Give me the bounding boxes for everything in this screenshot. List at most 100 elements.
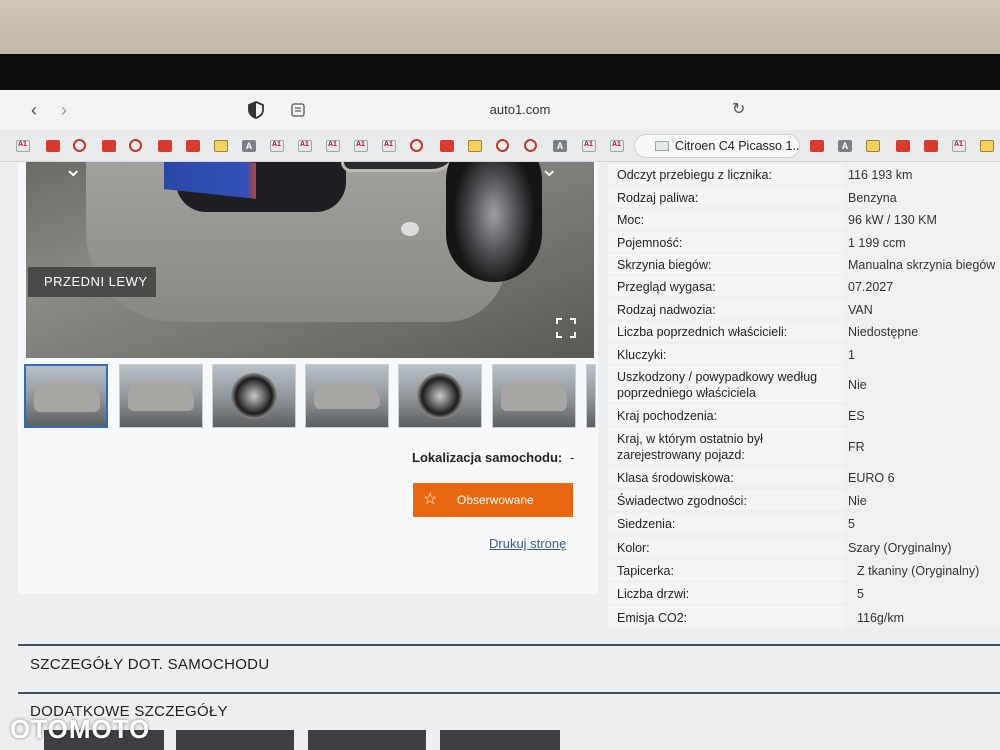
spec-row: Pojemność: 1 199 ccm	[608, 232, 1000, 252]
next-photo-icon[interactable]: ⌄	[540, 162, 558, 182]
spec-value: Nie	[843, 366, 1000, 402]
section-divider	[18, 692, 1000, 694]
bookmark-ring-icon[interactable]	[496, 139, 509, 152]
section-divider	[18, 644, 1000, 646]
screen: ‹ › auto1.com ↻ A A	[0, 90, 1000, 750]
detail-photo[interactable]	[440, 730, 560, 750]
bookmark-red-icon[interactable]	[924, 140, 938, 152]
photo-label: PRZEDNI LEWY	[28, 267, 156, 297]
spec-row: Moc: 96 kW / 130 KM	[608, 209, 1000, 229]
car-image	[86, 162, 542, 322]
bookmark-a1-icon[interactable]	[326, 140, 340, 152]
spec-key: Emisja CO2:	[617, 611, 688, 625]
car-headlight	[341, 162, 461, 172]
car-details-heading[interactable]: SZCZEGÓŁY DOT. SAMOCHODU	[30, 656, 269, 673]
spec-key: Tapicerka:	[617, 564, 674, 578]
privacy-shield-icon[interactable]	[247, 101, 265, 119]
spec-row: Skrzynia biegów: Manualna skrzynia biegó…	[608, 254, 1000, 274]
thumbnail[interactable]	[212, 364, 296, 428]
car-wheel	[446, 162, 542, 282]
reload-icon[interactable]: ↻	[732, 99, 745, 119]
spec-value: Z tkaniny (Oryginalny)	[843, 560, 1000, 580]
bookmark-mail-icon[interactable]	[866, 140, 880, 152]
bookmark-mail-icon[interactable]	[980, 140, 994, 152]
bookmark-a1-icon[interactable]	[298, 140, 312, 152]
bookmark-mail-icon[interactable]	[468, 140, 482, 152]
bookmark-ring-icon[interactable]	[73, 139, 86, 152]
spec-key: Liczba drzwi:	[617, 587, 690, 601]
bookmark-a1-icon[interactable]	[610, 140, 624, 152]
thumbnail[interactable]	[492, 364, 576, 428]
thumbnail[interactable]	[24, 364, 108, 428]
watch-button[interactable]: ☆ Obserwowane	[413, 483, 573, 517]
bookmark-a1-icon[interactable]	[270, 140, 284, 152]
spec-row: Kraj, w którym ostatnio był zarejestrowa…	[608, 428, 1000, 464]
bookmark-red-icon[interactable]	[186, 140, 200, 152]
spec-row: Klasa środowiskowa: EURO 6	[608, 467, 1000, 487]
thumbnail-image	[231, 373, 277, 419]
back-icon[interactable]: ‹	[24, 100, 44, 120]
bookmark-ring-icon[interactable]	[129, 139, 142, 152]
bookmark-ring-icon[interactable]	[524, 139, 537, 152]
bookmark-red-icon[interactable]	[102, 140, 116, 152]
spec-key: Odczyt przebiegu z licznika:	[617, 168, 772, 182]
bookmark-a1-icon[interactable]	[16, 140, 30, 152]
bookmark-a1-icon[interactable]	[354, 140, 368, 152]
spec-value: Benzyna	[843, 187, 1000, 207]
spec-row: Siedzenia: 5	[608, 513, 1000, 533]
bookmarks-bar: A A Citroen C4 Picasso 1... A	[0, 130, 1000, 162]
spec-value: 1	[843, 344, 1000, 364]
bookmark-red-icon[interactable]	[810, 140, 824, 152]
spec-value: 116 193 km	[843, 164, 1000, 184]
thumbnail[interactable]	[305, 364, 389, 428]
spec-row: Kraj pochodzenia: ES	[608, 405, 1000, 425]
spec-row: Odczyt przebiegu z licznika: 116 193 km	[608, 164, 1000, 184]
spec-value: 116g/km	[843, 606, 1000, 628]
bookmark-red-icon[interactable]	[896, 140, 910, 152]
spec-key: Kraj pochodzenia:	[617, 409, 718, 423]
spec-key: Przegląd wygasa:	[617, 280, 716, 294]
thumbnail[interactable]	[398, 364, 482, 428]
spec-key: Pojemność:	[617, 236, 683, 250]
location-label: Lokalizacja samochodu:	[412, 450, 563, 465]
bookmark-red-icon[interactable]	[440, 140, 454, 152]
fullscreen-icon[interactable]	[556, 318, 576, 338]
spec-key: Rodzaj nadwozia:	[617, 303, 716, 317]
reader-icon[interactable]	[290, 102, 306, 118]
detail-photo[interactable]	[176, 730, 294, 750]
bookmark-red-icon[interactable]	[46, 140, 60, 152]
detail-photo[interactable]	[308, 730, 426, 750]
thumbnail[interactable]	[119, 364, 203, 428]
bookmark-a1-icon[interactable]	[382, 140, 396, 152]
thumbnail-strip	[24, 364, 596, 428]
bookmark-a1-icon[interactable]	[582, 140, 596, 152]
thumbnail-image	[34, 382, 100, 412]
location-value: -	[570, 450, 575, 465]
bookmark-a-icon[interactable]: A	[553, 140, 567, 152]
spec-row: Uszkodzony / powypadkowy według poprzedn…	[608, 366, 1000, 402]
main-photo[interactable]: ⌄ ⌄ PRZEDNI LEWY	[26, 162, 594, 358]
spec-row: Kolor: Szary (Oryginalny)	[608, 537, 1000, 557]
thumbnail[interactable]	[586, 364, 596, 428]
spec-key: Uszkodzony / powypadkowy według poprzedn…	[617, 370, 818, 400]
prev-photo-icon[interactable]: ⌄	[64, 162, 82, 182]
spec-key: Siedzenia:	[617, 517, 676, 531]
bookmark-a-icon[interactable]: A	[838, 140, 852, 152]
address-bar[interactable]: auto1.com	[440, 102, 600, 117]
bookmark-mail-icon[interactable]	[214, 140, 228, 152]
bookmark-a-icon[interactable]: A	[242, 140, 256, 152]
thumbnail-image	[128, 381, 194, 411]
spec-key: Świadectwo zgodności:	[617, 494, 747, 508]
spec-value: Nie	[843, 490, 1000, 510]
bookmark-ring-icon[interactable]	[410, 139, 423, 152]
otomoto-watermark: OTOMOTO	[10, 714, 151, 744]
spec-table: Odczyt przebiegu z licznika: 116 193 km …	[608, 162, 1000, 632]
bookmark-a1-icon[interactable]	[952, 140, 966, 152]
print-link[interactable]: Drukuj stronę	[489, 536, 566, 551]
star-icon: ☆	[423, 491, 438, 508]
tab-citroen[interactable]: Citroen C4 Picasso 1...	[634, 134, 800, 158]
monitor-bezel	[0, 54, 1000, 90]
spec-row: Świadectwo zgodności: Nie	[608, 490, 1000, 510]
forward-icon[interactable]: ›	[54, 100, 74, 120]
bookmark-red-icon[interactable]	[158, 140, 172, 152]
